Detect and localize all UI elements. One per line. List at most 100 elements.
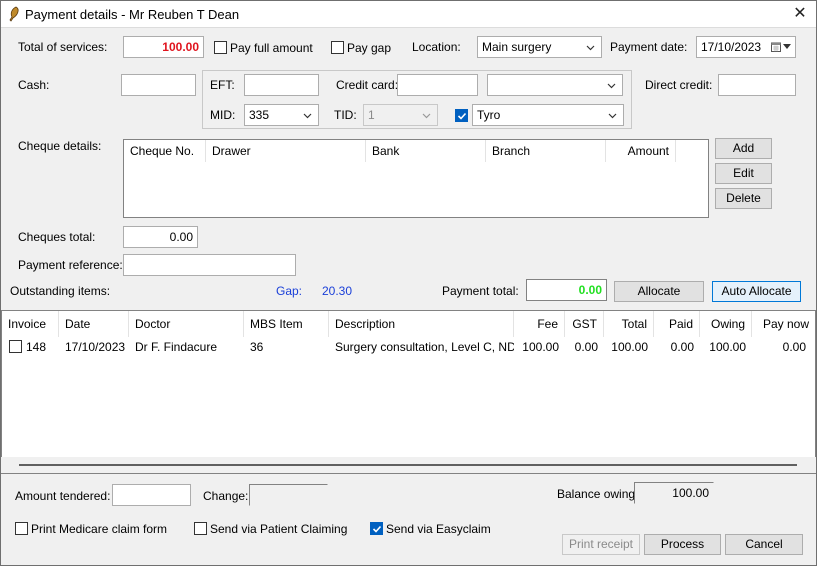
- credit-card-label: Credit card:: [336, 78, 399, 92]
- terminal-checkbox[interactable]: [455, 109, 468, 122]
- col-gst[interactable]: GST: [565, 311, 604, 337]
- cell-mbs-item: 36: [250, 340, 264, 354]
- allocate-button[interactable]: Allocate: [614, 281, 704, 302]
- col-mbs-item[interactable]: MBS Item: [244, 311, 329, 337]
- change-label: Change:: [203, 489, 249, 503]
- cheque-col-amount[interactable]: Amount: [606, 140, 676, 162]
- patient-claiming-checkbox[interactable]: [194, 522, 207, 535]
- balance-owing-field: 100.00: [634, 482, 714, 504]
- gap-label: Gap:: [276, 284, 303, 298]
- col-description[interactable]: Description: [329, 311, 514, 337]
- payment-reference-input[interactable]: [123, 254, 296, 276]
- add-cheque-button[interactable]: Add: [715, 138, 772, 159]
- terminal-select[interactable]: Tyro: [472, 104, 624, 126]
- cheques-total-field[interactable]: 0.00: [123, 226, 198, 248]
- location-label: Location:: [412, 40, 461, 54]
- horizontal-scrollbar[interactable]: [1, 457, 816, 473]
- cheque-col-drawer[interactable]: Drawer: [206, 140, 366, 162]
- cell-description: Surgery consultation, Level C, ND...: [335, 340, 514, 354]
- print-receipt-button[interactable]: Print receipt: [562, 534, 640, 555]
- col-owing[interactable]: Owing: [700, 311, 752, 337]
- direct-credit-label: Direct credit:: [645, 78, 713, 92]
- payment-total-field[interactable]: 0.00: [526, 279, 607, 301]
- amount-tendered-label: Amount tendered:: [15, 489, 111, 503]
- payment-reference-label: Payment reference:: [18, 258, 123, 272]
- cell-pay-now[interactable]: 0.00: [752, 337, 812, 357]
- auto-allocate-button[interactable]: Auto Allocate: [712, 281, 801, 302]
- tid-select[interactable]: 1: [363, 104, 438, 126]
- tid-value: 1: [368, 108, 375, 122]
- chevron-down-icon: [586, 45, 595, 51]
- tid-label: TID:: [334, 108, 357, 122]
- chevron-down-icon: [607, 83, 616, 89]
- patient-claiming-label: Send via Patient Claiming: [210, 522, 348, 536]
- cheque-col-bank[interactable]: Bank: [366, 140, 486, 162]
- total-services-field[interactable]: 100.00: [123, 36, 204, 58]
- mid-value: 335: [249, 108, 270, 122]
- cell-date: 17/10/2023: [65, 340, 126, 354]
- app-feather-icon: [9, 6, 19, 22]
- col-invoice[interactable]: Invoice: [2, 311, 59, 337]
- process-button[interactable]: Process: [644, 534, 721, 555]
- outstanding-items-grid[interactable]: Invoice Date Doctor MBS Item Description…: [1, 310, 816, 474]
- cell-gst: 0.00: [574, 340, 598, 354]
- eft-input[interactable]: [244, 74, 319, 96]
- cash-label: Cash:: [18, 78, 50, 92]
- outstanding-items-label: Outstanding items:: [10, 284, 111, 298]
- easyclaim-label: Send via Easyclaim: [386, 522, 491, 536]
- location-select[interactable]: Main surgery: [477, 36, 602, 58]
- edit-cheque-button[interactable]: Edit: [715, 163, 772, 184]
- location-value: Main surgery: [482, 40, 552, 54]
- pay-full-amount-checkbox[interactable]: [214, 41, 227, 54]
- payment-date-value: 17/10/2023: [701, 40, 762, 54]
- easyclaim-checkbox[interactable]: [370, 522, 383, 535]
- cell-total: 100.00: [611, 340, 648, 354]
- eft-label: EFT:: [210, 78, 235, 92]
- chevron-down-icon: [303, 113, 312, 119]
- payment-date-picker[interactable]: 17/10/2023: [696, 36, 796, 58]
- cash-input[interactable]: [121, 74, 196, 96]
- col-fee[interactable]: Fee: [514, 311, 565, 337]
- payment-date-label: Payment date:: [610, 40, 688, 54]
- col-paid[interactable]: Paid: [654, 311, 700, 337]
- col-total[interactable]: Total: [604, 311, 654, 337]
- pay-gap-checkbox[interactable]: [331, 41, 344, 54]
- direct-credit-input[interactable]: [718, 74, 796, 96]
- pay-gap-label: Pay gap: [347, 41, 392, 55]
- cheque-col-branch[interactable]: Branch: [486, 140, 606, 162]
- cell-doctor: Dr F. Findacure: [135, 340, 218, 354]
- cancel-button[interactable]: Cancel: [725, 534, 803, 555]
- scrollbar-thumb[interactable]: [19, 464, 797, 466]
- delete-cheque-button[interactable]: Delete: [715, 188, 772, 209]
- calendar-icon[interactable]: [771, 42, 781, 52]
- pay-full-amount-label: Pay full amount: [230, 41, 313, 55]
- gap-value: 20.30: [322, 284, 353, 298]
- check-icon: [457, 112, 467, 120]
- chevron-down-icon: [783, 44, 791, 49]
- window-title: Payment details - Mr Reuben T Dean: [25, 7, 240, 22]
- cheque-list[interactable]: Cheque No. Drawer Bank Branch Amount: [123, 139, 709, 218]
- mid-label: MID:: [210, 108, 236, 122]
- total-services-label: Total of services:: [18, 40, 108, 54]
- cell-fee: 100.00: [522, 340, 559, 354]
- amount-tendered-input[interactable]: [112, 484, 191, 506]
- col-date[interactable]: Date: [59, 311, 129, 337]
- credit-card-type-select[interactable]: [487, 74, 623, 96]
- col-pay-now[interactable]: Pay now: [752, 311, 815, 337]
- chevron-down-icon: [608, 113, 617, 119]
- mid-select[interactable]: 335: [244, 104, 319, 126]
- balance-owing-label: Balance owing:: [557, 487, 639, 501]
- print-medicare-checkbox[interactable]: [15, 522, 28, 535]
- credit-card-input[interactable]: [397, 74, 478, 96]
- change-field: [249, 484, 328, 506]
- cheque-details-label: Cheque details:: [18, 139, 102, 153]
- payment-total-label: Payment total:: [442, 284, 519, 298]
- check-icon: [372, 525, 382, 533]
- close-button[interactable]: ✕: [789, 4, 811, 24]
- print-medicare-label: Print Medicare claim form: [31, 522, 168, 536]
- col-doctor[interactable]: Doctor: [129, 311, 244, 337]
- cheques-total-label: Cheques total:: [18, 230, 96, 244]
- cheque-col-number[interactable]: Cheque No.: [124, 140, 206, 162]
- terminal-value: Tyro: [477, 108, 501, 122]
- chevron-down-icon: [422, 113, 431, 119]
